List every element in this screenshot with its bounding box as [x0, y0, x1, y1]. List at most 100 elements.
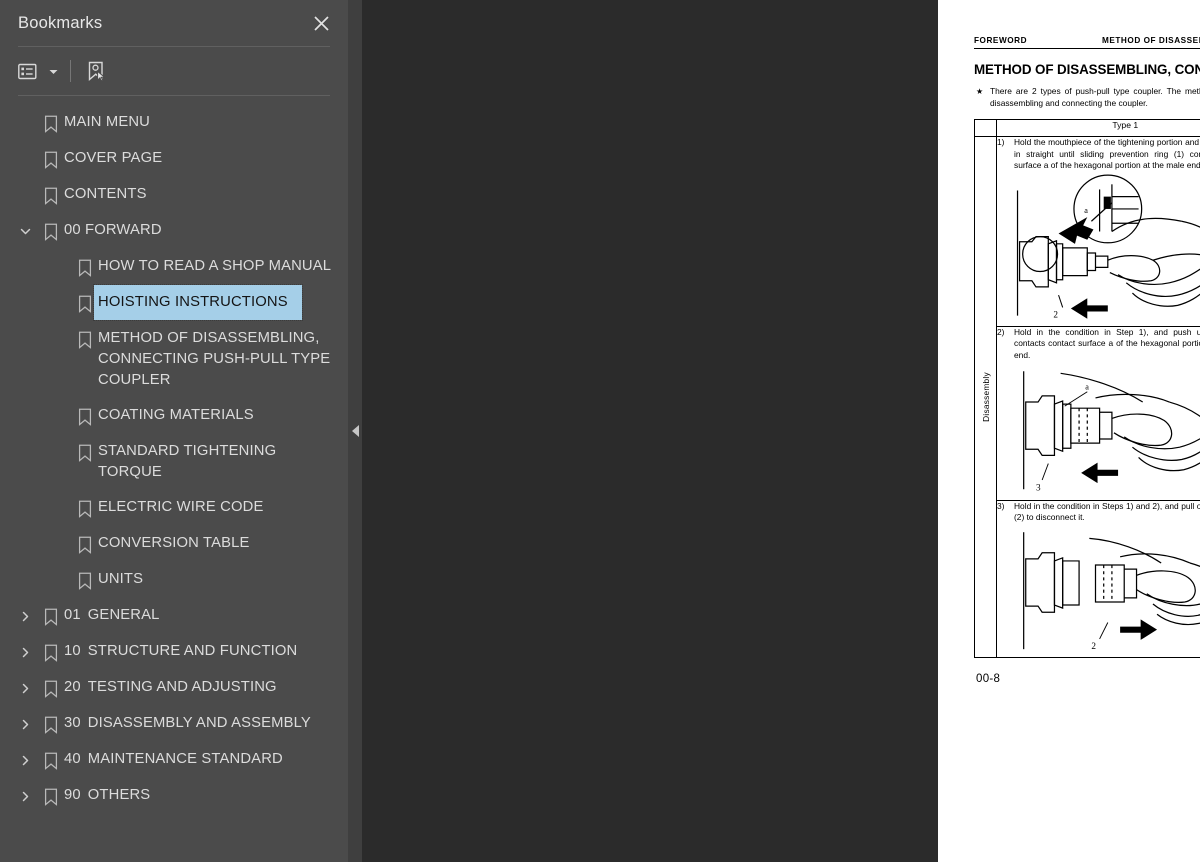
bookmark-item[interactable]: ELECTRIC WIRE CODE — [0, 490, 348, 526]
svg-text:3: 3 — [1036, 482, 1041, 492]
note-text: There are 2 types of push-pull type coup… — [990, 86, 1200, 108]
coupler-procedure-table: Type 1 Type 2 Disassembly 1) Hold the mo… — [974, 119, 1200, 658]
table-row: 3) Hold in the condition in Steps 1) and… — [975, 499, 1200, 658]
bookmark-icon — [38, 213, 64, 241]
bookmark-number: 90 — [64, 787, 81, 803]
row1-type1-cell: 1) Hold the mouthpiece of the tightening… — [996, 136, 1200, 327]
header-type-1: Type 1 — [996, 119, 1200, 138]
bookmarks-tree[interactable]: MAIN MENU COVER PAGE CONTENTS 00 FORWARD HOW… — [0, 96, 348, 862]
bookmark-label: 20 TESTING AND ADJUSTING — [64, 670, 348, 705]
chevron-right-icon[interactable] — [12, 598, 38, 623]
bookmark-item[interactable]: 00 FORWARD — [0, 213, 348, 249]
svg-text:a: a — [1084, 206, 1088, 215]
bookmark-icon — [72, 398, 98, 426]
bookmark-number: 40 — [64, 751, 81, 767]
bookmark-label-text: TESTING AND ADJUSTING — [87, 679, 277, 695]
bookmark-label: HOW TO READ A SHOP MANUAL — [98, 258, 332, 274]
bookmark-label-text: DISASSEMBLY AND ASSEMBLY — [87, 715, 311, 731]
running-head: FOREWORD METHOD OF DISASSEMBLING, CONNEC… — [974, 36, 1200, 49]
bookmark-label: 40 MAINTENANCE STANDARD — [64, 742, 348, 777]
chevron-down-icon[interactable] — [12, 213, 38, 238]
twisty-placeholder — [12, 177, 38, 189]
chevron-right-icon[interactable] — [12, 634, 38, 659]
header-blank — [974, 119, 997, 138]
chevron-right-icon[interactable] — [12, 778, 38, 803]
bookmark-label: ELECTRIC WIRE CODE — [98, 499, 264, 515]
bookmark-label: MAIN MENU — [64, 114, 151, 130]
bookmark-icon — [72, 434, 98, 462]
page-number: 00-8 — [976, 672, 1001, 685]
collapse-panel-arrow-icon[interactable] — [348, 0, 362, 862]
bookmark-item[interactable]: 20 TESTING AND ADJUSTING — [0, 670, 348, 706]
bookmark-item[interactable]: STANDARD TIGHTENING TORQUE — [0, 434, 348, 490]
chevron-down-icon — [49, 62, 58, 80]
bookmark-item[interactable]: CONTENTS — [0, 177, 348, 213]
bookmark-icon — [72, 526, 98, 554]
pdf-viewer: FOREWORD METHOD OF DISASSEMBLING, CONNEC… — [348, 0, 1200, 862]
list-options-icon[interactable] — [18, 56, 60, 86]
twisty-placeholder — [46, 526, 72, 538]
close-icon[interactable] — [308, 10, 334, 36]
svg-text:2: 2 — [1091, 641, 1096, 651]
bookmark-label-text: MAINTENANCE STANDARD — [87, 751, 283, 767]
bookmark-number: 10 — [64, 643, 81, 659]
bookmark-label-text: GENERAL — [87, 607, 160, 623]
bookmark-item[interactable]: 01 GENERAL — [0, 598, 348, 634]
bookmark-item[interactable]: 10 STRUCTURE AND FUNCTION — [0, 634, 348, 670]
step-text: Hold in the condition in Steps 1) and 2)… — [1014, 500, 1200, 523]
bookmarks-panel: Bookmarks MAIN MENU COVER PAGE CONTENTS … — [0, 0, 348, 862]
bookmark-number: 30 — [64, 715, 81, 731]
twisty-placeholder — [12, 141, 38, 153]
bookmark-item[interactable]: UNITS — [0, 562, 348, 598]
bookmark-item[interactable]: COATING MATERIALS — [0, 398, 348, 434]
bookmark-icon — [72, 562, 98, 590]
twisty-placeholder — [12, 105, 38, 117]
twisty-placeholder — [46, 490, 72, 502]
running-head-right: METHOD OF DISASSEMBLING, CONNECTING PUSH… — [1102, 36, 1200, 45]
bookmark-item[interactable]: 40 MAINTENANCE STANDARD — [0, 742, 348, 778]
bookmark-item[interactable]: HOISTING INSTRUCTIONS — [0, 284, 348, 321]
step-number: 1) — [997, 137, 1005, 148]
bookmark-item[interactable]: 90 OTHERS — [0, 778, 348, 814]
svg-text:2: 2 — [1053, 309, 1058, 319]
bookmark-label: METHOD OF DISASSEMBLING, CONNECTING PUSH… — [98, 330, 335, 388]
bookmark-icon — [38, 670, 64, 698]
bookmark-label: COATING MATERIALS — [98, 407, 254, 423]
bookmark-icon — [38, 634, 64, 662]
bookmark-label: 10 STRUCTURE AND FUNCTION — [64, 634, 348, 669]
figure-step2-type1: a 3 CWP06393 — [997, 361, 1200, 500]
bookmark-item[interactable]: HOW TO READ A SHOP MANUAL — [0, 249, 348, 285]
bookmark-icon — [72, 249, 98, 277]
bookmark-icon — [38, 177, 64, 205]
bookmark-icon — [72, 321, 98, 349]
bookmark-label: 00 FORWARD — [64, 222, 162, 238]
star-icon: ★ — [976, 87, 984, 96]
bookmarks-panel-header: Bookmarks — [0, 0, 348, 46]
figure-step1-type1: a 2 — [997, 172, 1200, 326]
chevron-right-icon[interactable] — [12, 706, 38, 731]
bookmark-item[interactable]: 30 DISASSEMBLY AND ASSEMBLY — [0, 706, 348, 742]
bookmark-label: 01 GENERAL — [64, 598, 348, 633]
table-row: 2) Hold in the condition in Step 1), and… — [975, 325, 1200, 501]
bookmark-item[interactable]: MAIN MENU — [0, 105, 348, 141]
chevron-right-icon[interactable] — [12, 670, 38, 695]
page-title: METHOD OF DISASSEMBLING, CONNECTING PUSH… — [974, 62, 1200, 77]
bookmark-item[interactable]: METHOD OF DISASSEMBLING, CONNECTING PUSH… — [0, 321, 348, 398]
figure-step3-type1: 2 CWP06395 — [997, 524, 1200, 657]
bookmark-label: CONVERSION TABLE — [98, 535, 250, 551]
bookmark-item[interactable]: COVER PAGE — [0, 141, 348, 177]
bookmark-icon — [38, 141, 64, 169]
bookmark-icon — [38, 598, 64, 626]
bookmark-label: STANDARD TIGHTENING TORQUE — [98, 443, 281, 480]
pdf-page: FOREWORD METHOD OF DISASSEMBLING, CONNEC… — [938, 0, 1200, 862]
new-bookmark-icon[interactable] — [81, 56, 111, 86]
bookmark-label: COVER PAGE — [64, 150, 163, 166]
step-number: 3) — [997, 500, 1005, 511]
bookmark-icon — [38, 778, 64, 806]
chevron-right-icon[interactable] — [12, 742, 38, 767]
bookmark-icon — [38, 105, 64, 133]
bookmark-label: 90 OTHERS — [64, 778, 348, 813]
table-row: Disassembly 1) Hold the mouthpiece of th… — [974, 136, 1200, 658]
bookmark-item[interactable]: CONVERSION TABLE — [0, 526, 348, 562]
panel-title: Bookmarks — [18, 13, 103, 32]
